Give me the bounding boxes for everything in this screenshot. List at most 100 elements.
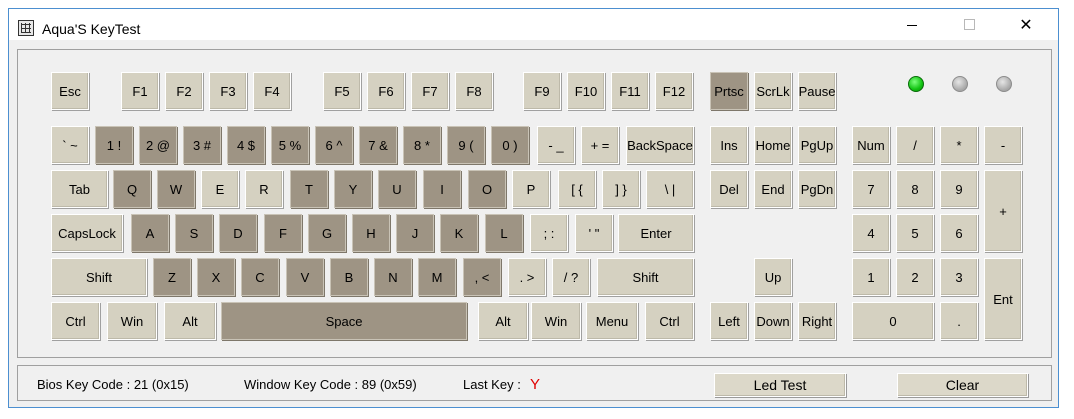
key-esc[interactable]: Esc bbox=[51, 72, 89, 110]
title-bar[interactable]: Aqua'S KeyTest ✕ bbox=[9, 9, 1058, 40]
key-f2[interactable]: F2 bbox=[165, 72, 203, 110]
key-9[interactable]: 9 ( bbox=[447, 126, 485, 164]
key-pgdn[interactable]: PgDn bbox=[798, 170, 836, 208]
key-lwin[interactable]: Win bbox=[107, 302, 157, 340]
key-f9[interactable]: F9 bbox=[523, 72, 561, 110]
key-f5[interactable]: F5 bbox=[323, 72, 361, 110]
key-rbracket[interactable]: ] } bbox=[602, 170, 640, 208]
key-f7[interactable]: F7 bbox=[411, 72, 449, 110]
key-m[interactable]: M bbox=[418, 258, 456, 296]
key-w[interactable]: W bbox=[157, 170, 195, 208]
key-num0[interactable]: 0 bbox=[852, 302, 934, 340]
key-down[interactable]: Down bbox=[754, 302, 792, 340]
key-num3[interactable]: 3 bbox=[940, 258, 978, 296]
key-3[interactable]: 3 # bbox=[183, 126, 221, 164]
key-slash[interactable]: / ? bbox=[552, 258, 590, 296]
key-pause[interactable]: Pause bbox=[798, 72, 836, 110]
key-u[interactable]: U bbox=[378, 170, 416, 208]
key-p[interactable]: P bbox=[512, 170, 550, 208]
key-num4[interactable]: 4 bbox=[852, 214, 890, 252]
key-rwin[interactable]: Win bbox=[531, 302, 581, 340]
key-backspace[interactable]: BackSpace bbox=[626, 126, 694, 164]
key-f11[interactable]: F11 bbox=[611, 72, 649, 110]
key-d[interactable]: D bbox=[219, 214, 257, 252]
key-f12[interactable]: F12 bbox=[655, 72, 693, 110]
key-s[interactable]: S bbox=[175, 214, 213, 252]
key-ralt[interactable]: Alt bbox=[478, 302, 528, 340]
key-c[interactable]: C bbox=[241, 258, 279, 296]
key-end[interactable]: End bbox=[754, 170, 792, 208]
key-num7[interactable]: 7 bbox=[852, 170, 890, 208]
key-semicolon[interactable]: ; : bbox=[530, 214, 568, 252]
key-e[interactable]: E bbox=[201, 170, 239, 208]
key-f[interactable]: F bbox=[264, 214, 302, 252]
key-h[interactable]: H bbox=[352, 214, 390, 252]
key-f6[interactable]: F6 bbox=[367, 72, 405, 110]
key-num2[interactable]: 2 bbox=[896, 258, 934, 296]
key-num6[interactable]: 6 bbox=[940, 214, 978, 252]
key-num-star[interactable]: * bbox=[940, 126, 978, 164]
key-f4[interactable]: F4 bbox=[253, 72, 291, 110]
key-pgup[interactable]: PgUp bbox=[798, 126, 836, 164]
key-z[interactable]: Z bbox=[153, 258, 191, 296]
key-j[interactable]: J bbox=[396, 214, 434, 252]
key-num-minus[interactable]: - bbox=[984, 126, 1022, 164]
key-8[interactable]: 8 * bbox=[403, 126, 441, 164]
key-period[interactable]: . > bbox=[508, 258, 546, 296]
key-a[interactable]: A bbox=[131, 214, 169, 252]
key-equals[interactable]: + = bbox=[581, 126, 619, 164]
key-rctrl[interactable]: Ctrl bbox=[645, 302, 694, 340]
key-o[interactable]: O bbox=[468, 170, 506, 208]
maximize-button[interactable] bbox=[946, 9, 992, 40]
key-num5[interactable]: 5 bbox=[896, 214, 934, 252]
key-1[interactable]: 1 ! bbox=[95, 126, 133, 164]
key-0[interactable]: 0 ) bbox=[491, 126, 529, 164]
key-num-slash[interactable]: / bbox=[896, 126, 934, 164]
key-k[interactable]: K bbox=[440, 214, 478, 252]
key-quote[interactable]: ' " bbox=[575, 214, 613, 252]
key-backtick[interactable]: ` ~ bbox=[51, 126, 89, 164]
key-i[interactable]: I bbox=[423, 170, 461, 208]
key-y[interactable]: Y bbox=[334, 170, 372, 208]
key-minus[interactable]: - _ bbox=[537, 126, 575, 164]
key-b[interactable]: B bbox=[330, 258, 368, 296]
key-menu[interactable]: Menu bbox=[586, 302, 638, 340]
key-g[interactable]: G bbox=[308, 214, 346, 252]
key-num-dot[interactable]: . bbox=[940, 302, 978, 340]
minimize-button[interactable] bbox=[889, 9, 935, 40]
key-6[interactable]: 6 ^ bbox=[315, 126, 353, 164]
key-num[interactable]: Num bbox=[852, 126, 890, 164]
key-tab[interactable]: Tab bbox=[51, 170, 108, 208]
key-left[interactable]: Left bbox=[710, 302, 748, 340]
key-f8[interactable]: F8 bbox=[455, 72, 493, 110]
key-enter[interactable]: Enter bbox=[618, 214, 694, 252]
clear-button[interactable]: Clear bbox=[897, 373, 1028, 397]
key-4[interactable]: 4 $ bbox=[227, 126, 265, 164]
key-comma[interactable]: , < bbox=[463, 258, 501, 296]
key-num8[interactable]: 8 bbox=[896, 170, 934, 208]
key-r[interactable]: R bbox=[245, 170, 283, 208]
key-f3[interactable]: F3 bbox=[209, 72, 247, 110]
key-f1[interactable]: F1 bbox=[121, 72, 159, 110]
key-7[interactable]: 7 & bbox=[359, 126, 397, 164]
key-ins[interactable]: Ins bbox=[710, 126, 748, 164]
key-num-plus[interactable]: + bbox=[984, 170, 1022, 252]
key-del[interactable]: Del bbox=[710, 170, 748, 208]
key-f10[interactable]: F10 bbox=[567, 72, 605, 110]
key-lbracket[interactable]: [ { bbox=[558, 170, 596, 208]
key-prtsc[interactable]: Prtsc bbox=[710, 72, 748, 110]
key-lalt[interactable]: Alt bbox=[164, 302, 216, 340]
key-up[interactable]: Up bbox=[754, 258, 792, 296]
key-5[interactable]: 5 % bbox=[271, 126, 309, 164]
key-l[interactable]: L bbox=[485, 214, 523, 252]
key-num9[interactable]: 9 bbox=[940, 170, 978, 208]
key-n[interactable]: N bbox=[374, 258, 412, 296]
led-test-button[interactable]: Led Test bbox=[714, 373, 846, 397]
key-capslock[interactable]: CapsLock bbox=[51, 214, 123, 252]
key-home[interactable]: Home bbox=[754, 126, 792, 164]
key-v[interactable]: V bbox=[286, 258, 324, 296]
key-scrlk[interactable]: ScrLk bbox=[754, 72, 792, 110]
key-num1[interactable]: 1 bbox=[852, 258, 890, 296]
close-button[interactable]: ✕ bbox=[1003, 9, 1049, 40]
key-lshift[interactable]: Shift bbox=[51, 258, 147, 296]
